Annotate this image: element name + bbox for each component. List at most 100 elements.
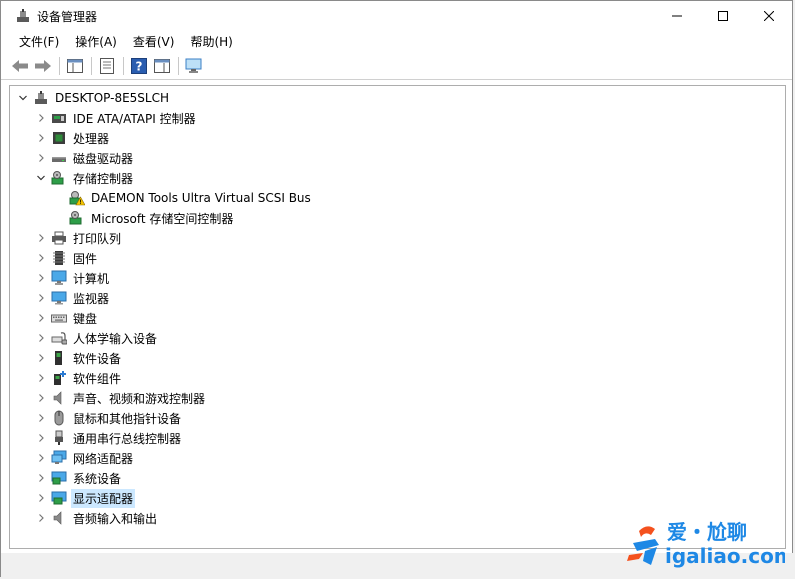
properties-icon	[100, 58, 114, 74]
minimize-button[interactable]	[654, 1, 700, 31]
tree-item-label: 通用串行总线控制器	[73, 431, 182, 446]
hid-icon	[51, 330, 67, 346]
tree-item-processor[interactable]: 处理器	[34, 128, 111, 148]
tree-item-print-queues[interactable]: 打印队列	[34, 228, 123, 248]
chevron-right-icon[interactable]	[34, 271, 48, 285]
back-button[interactable]	[9, 55, 31, 77]
toolbar-separator	[59, 57, 60, 75]
tree-item-label: 系统设备	[73, 471, 122, 486]
tree-item-label: 固件	[73, 251, 98, 266]
tree-item-firmware[interactable]: 固件	[34, 248, 99, 268]
mouse-icon	[51, 410, 67, 426]
menu-view[interactable]: 查看(V)	[125, 31, 183, 53]
chevron-right-icon[interactable]	[34, 291, 48, 305]
chevron-right-icon[interactable]	[34, 231, 48, 245]
properties-button[interactable]	[96, 55, 118, 77]
tree-item-label: 存储控制器	[73, 171, 134, 186]
tree-child-ms-storage-spaces[interactable]: Microsoft 存储空间控制器	[52, 208, 235, 228]
tree-item-system-devices[interactable]: 系统设备	[34, 468, 123, 488]
firmware-icon	[51, 250, 67, 266]
chevron-right-icon[interactable]	[34, 151, 48, 165]
device-tree[interactable]: DESKTOP-8E5SLCH IDE ATA/ATAPI 控制器 处理器 磁盘…	[9, 85, 786, 549]
tree-item-hid[interactable]: 人体学输入设备	[34, 328, 159, 348]
disk-drive-icon	[51, 150, 67, 166]
chevron-right-icon[interactable]	[34, 411, 48, 425]
chevron-down-icon[interactable]	[16, 91, 30, 105]
window-title: 设备管理器	[37, 9, 98, 24]
forward-arrow-icon	[35, 60, 51, 72]
tree-item-disk-drives[interactable]: 磁盘驱动器	[34, 148, 135, 168]
processor-icon	[51, 130, 67, 146]
tree-item-usb[interactable]: 通用串行总线控制器	[34, 428, 183, 448]
action-pane-icon	[154, 59, 170, 73]
keyboard-icon	[51, 310, 67, 326]
monitor-scan-icon	[185, 58, 202, 73]
chevron-right-icon[interactable]	[34, 331, 48, 345]
printer-icon	[51, 230, 67, 246]
help-button[interactable]: ?	[128, 55, 150, 77]
tree-item-sound-video-game[interactable]: 声音、视频和游戏控制器	[34, 388, 207, 408]
chevron-right-icon[interactable]	[34, 311, 48, 325]
menu-bar: 文件(F) 操作(A) 查看(V) 帮助(H)	[1, 31, 792, 53]
toolbar-separator	[178, 57, 179, 75]
minimize-icon	[672, 15, 682, 17]
tree-item-network-adapters[interactable]: 网络适配器	[34, 448, 135, 468]
show-hide-tree-button[interactable]	[64, 55, 86, 77]
tree-child-daemon-scsi[interactable]: DAEMON Tools Ultra Virtual SCSI Bus	[52, 188, 313, 208]
tree-item-storage-controllers[interactable]: 存储控制器	[34, 168, 135, 188]
ide-controller-icon	[51, 110, 67, 126]
tree-root[interactable]: DESKTOP-8E5SLCH	[16, 88, 171, 108]
menu-help[interactable]: 帮助(H)	[182, 31, 240, 53]
tree-item-label: 显示适配器	[71, 488, 136, 508]
chevron-right-icon[interactable]	[34, 451, 48, 465]
maximize-button[interactable]	[700, 1, 746, 31]
chevron-right-icon[interactable]	[34, 511, 48, 525]
speaker-icon	[51, 390, 67, 406]
help-icon: ?	[131, 58, 147, 74]
tree-item-software-devices[interactable]: 软件设备	[34, 348, 123, 368]
computer-root-icon	[33, 90, 49, 106]
chevron-right-icon[interactable]	[34, 471, 48, 485]
tree-item-monitors[interactable]: 监视器	[34, 288, 111, 308]
tree-root-label: DESKTOP-8E5SLCH	[55, 91, 170, 105]
menu-action[interactable]: 操作(A)	[67, 31, 125, 53]
chevron-right-icon[interactable]	[34, 491, 48, 505]
tree-item-software-components[interactable]: 软件组件	[34, 368, 123, 388]
menu-file[interactable]: 文件(F)	[11, 31, 67, 53]
scan-hardware-button[interactable]	[183, 55, 205, 77]
device-manager-icon	[17, 9, 29, 22]
tree-item-label: 声音、视频和游戏控制器	[73, 391, 206, 406]
watermark-url: igaliao.com	[665, 544, 785, 568]
chevron-right-icon[interactable]	[34, 251, 48, 265]
back-arrow-icon	[12, 60, 28, 72]
tree-item-ide[interactable]: IDE ATA/ATAPI 控制器	[34, 108, 198, 128]
tree-item-audio-io[interactable]: 音频输入和输出	[34, 508, 159, 528]
chevron-right-icon[interactable]	[34, 351, 48, 365]
chevron-down-icon[interactable]	[34, 171, 48, 185]
tree-item-label: 鼠标和其他指针设备	[73, 411, 182, 426]
chevron-right-icon[interactable]	[34, 431, 48, 445]
chevron-right-icon[interactable]	[34, 371, 48, 385]
tree-item-label: 打印队列	[73, 231, 122, 246]
forward-button[interactable]	[32, 55, 54, 77]
tree-item-display-adapters[interactable]: 显示适配器	[34, 488, 136, 508]
maximize-icon	[718, 11, 728, 21]
toolbar: ?	[1, 53, 792, 80]
tree-item-computer[interactable]: 计算机	[34, 268, 111, 288]
system-device-icon	[51, 470, 67, 486]
svg-text:?: ?	[136, 60, 143, 74]
title-bar[interactable]: 设备管理器	[1, 1, 792, 31]
chevron-right-icon[interactable]	[34, 391, 48, 405]
tree-item-keyboards[interactable]: 键盘	[34, 308, 99, 328]
software-device-icon	[51, 350, 67, 366]
tree-item-label: 网络适配器	[73, 451, 134, 466]
action-pane-button[interactable]	[151, 55, 173, 77]
runner-logo-icon	[627, 526, 659, 565]
close-button[interactable]	[746, 1, 792, 31]
audio-io-icon	[51, 510, 67, 526]
chevron-right-icon[interactable]	[34, 111, 48, 125]
chevron-right-icon[interactable]	[34, 131, 48, 145]
tree-item-mice[interactable]: 鼠标和其他指针设备	[34, 408, 183, 428]
